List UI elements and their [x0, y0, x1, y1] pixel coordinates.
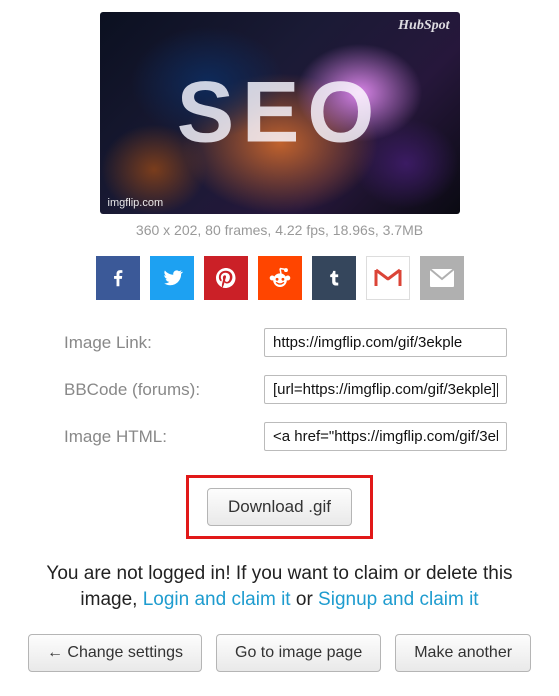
change-settings-button[interactable]: ← Change settings [28, 634, 202, 672]
go-to-image-page-button[interactable]: Go to image page [216, 634, 381, 672]
preview-text-overlay: SEO [100, 64, 460, 163]
watermark-imgflip: imgflip.com [108, 197, 164, 209]
bbcode-label: BBCode (forums): [64, 380, 264, 400]
reddit-icon [267, 265, 293, 291]
watermark-hubspot: HubSpot [398, 18, 449, 34]
download-highlight-box: Download .gif [186, 475, 373, 539]
image-link-label: Image Link: [64, 333, 264, 353]
gmail-icon [374, 267, 402, 289]
share-twitter[interactable] [150, 256, 194, 300]
image-link-input[interactable] [264, 328, 507, 357]
share-email[interactable] [420, 256, 464, 300]
login-notice: You are not logged in! If you want to cl… [18, 561, 541, 612]
share-facebook[interactable] [96, 256, 140, 300]
login-notice-or: or [291, 589, 318, 610]
twitter-icon [160, 266, 184, 290]
tumblr-icon [324, 266, 344, 290]
share-pinterest[interactable] [204, 256, 248, 300]
email-icon [429, 268, 455, 288]
image-html-label: Image HTML: [64, 427, 264, 447]
share-tumblr[interactable] [312, 256, 356, 300]
share-reddit[interactable] [258, 256, 302, 300]
image-metadata: 360 x 202, 80 frames, 4.22 fps, 18.96s, … [136, 222, 423, 238]
share-gmail[interactable] [366, 256, 410, 300]
make-another-button[interactable]: Make another [395, 634, 531, 672]
gif-preview: SEO HubSpot imgflip.com [100, 12, 460, 214]
signup-claim-link[interactable]: Signup and claim it [318, 589, 479, 610]
share-row [96, 256, 464, 300]
bbcode-input[interactable] [264, 375, 507, 404]
facebook-icon [107, 267, 129, 289]
image-html-input[interactable] [264, 422, 507, 451]
pinterest-icon [214, 266, 238, 290]
login-claim-link[interactable]: Login and claim it [143, 589, 291, 610]
download-gif-button[interactable]: Download .gif [207, 488, 352, 526]
